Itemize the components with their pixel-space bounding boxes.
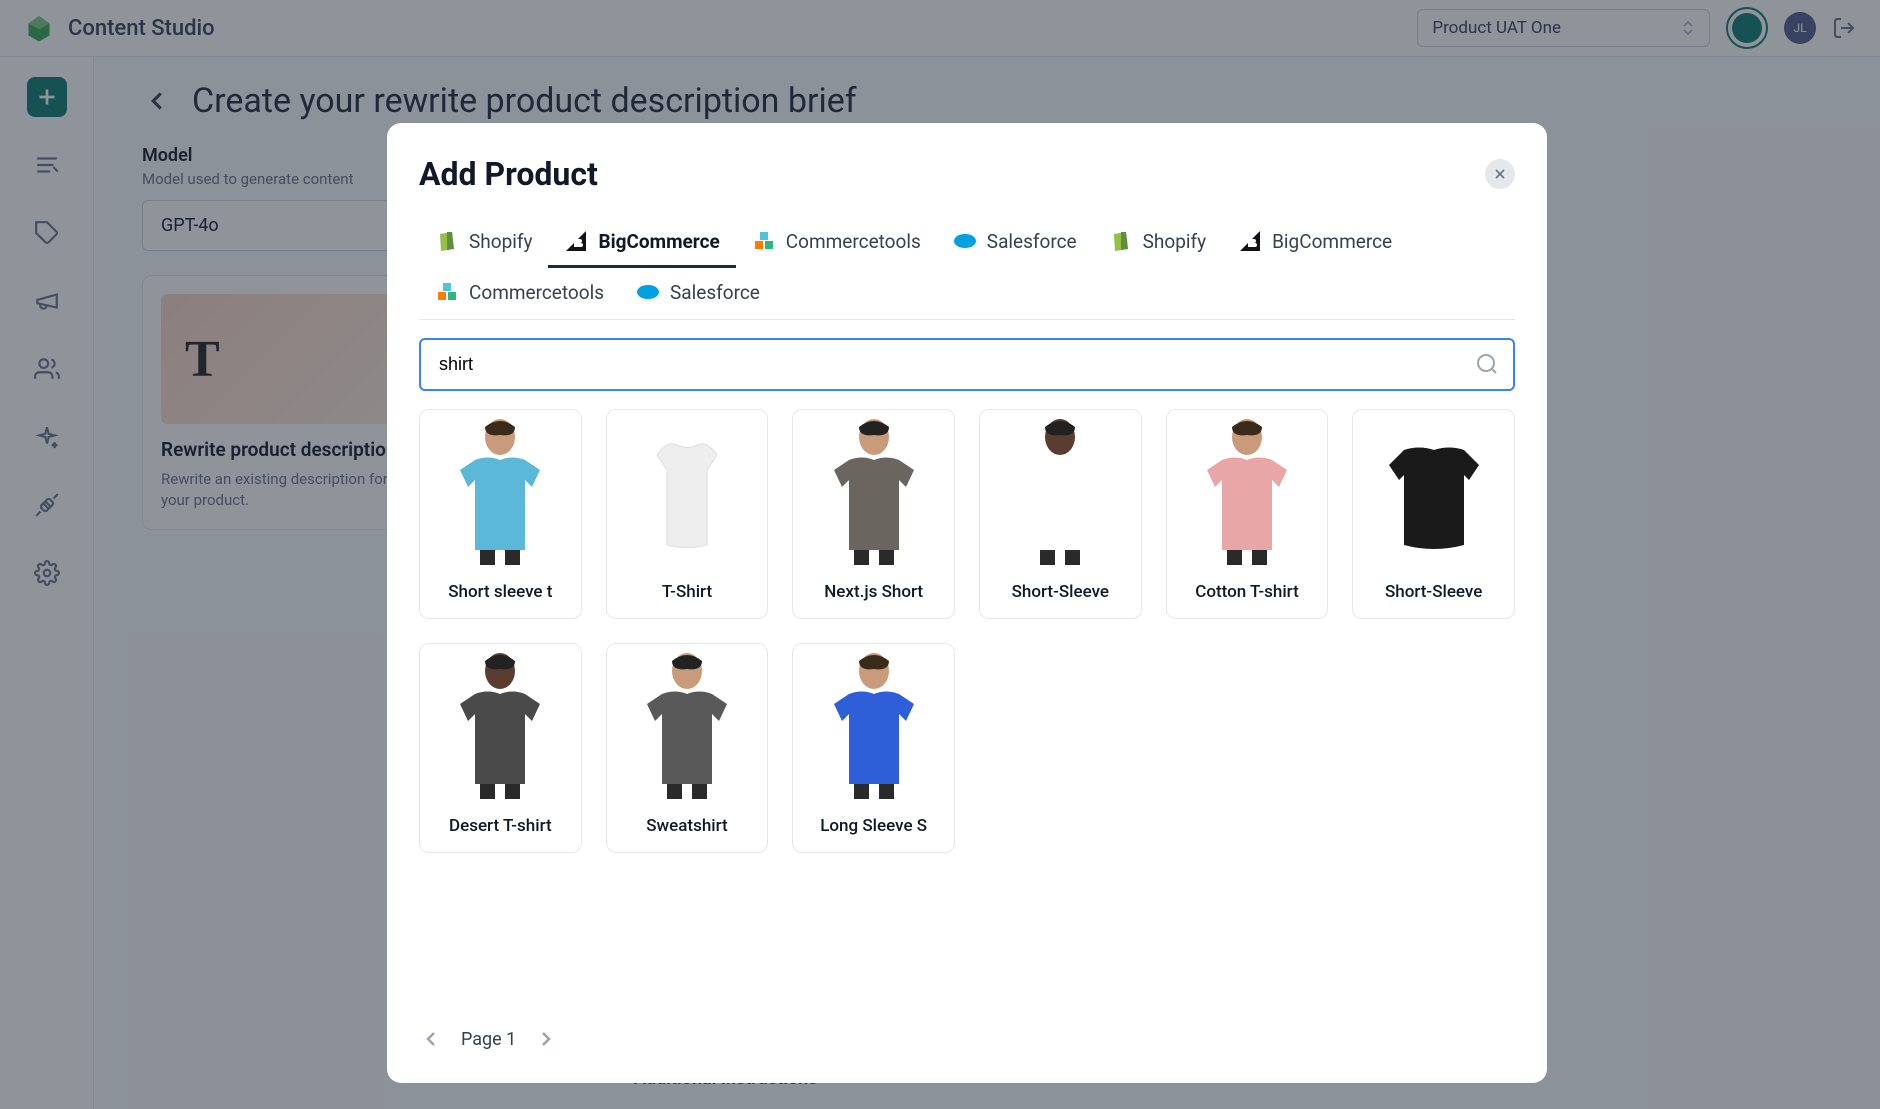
platform-tab[interactable]: Salesforce — [620, 268, 776, 319]
product-card[interactable]: T-Shirt — [606, 409, 769, 619]
product-image — [607, 410, 768, 570]
platform-tab-label: Commercetools — [786, 230, 921, 253]
product-image — [420, 410, 581, 570]
modal-header: Add Product — [419, 155, 1515, 193]
close-icon — [1492, 166, 1508, 182]
product-image — [1167, 410, 1328, 570]
product-name: Short-Sleeve — [1353, 570, 1514, 618]
modal-footer: Page 1 — [419, 1007, 1515, 1051]
page-next-button[interactable] — [534, 1027, 558, 1051]
product-image — [420, 644, 581, 804]
page-prev-button[interactable] — [419, 1027, 443, 1051]
platform-tab-label: BigCommerce — [1272, 230, 1392, 253]
product-card[interactable]: Cotton T-shirt — [1166, 409, 1329, 619]
product-image — [793, 644, 954, 804]
modal-title: Add Product — [419, 155, 598, 193]
platform-tab[interactable]: BigCommerce — [548, 217, 735, 268]
product-name: Next.js Short — [793, 570, 954, 618]
product-card[interactable]: Next.js Short — [792, 409, 955, 619]
product-image — [793, 410, 954, 570]
product-name: Sweatshirt — [607, 804, 768, 852]
platform-tabs: Shopify BigCommerce Commercetools Salesforc… — [419, 217, 1515, 320]
platform-tab[interactable]: Shopify — [419, 217, 548, 268]
platform-tab[interactable]: Salesforce — [937, 217, 1093, 268]
platform-tab-label: Shopify — [1143, 230, 1206, 253]
product-card[interactable]: Sweatshirt — [606, 643, 769, 853]
platform-tab[interactable]: BigCommerce — [1222, 217, 1408, 268]
add-product-modal: Add Product Shopify BigCommerce Commerceto… — [387, 123, 1547, 1083]
product-card[interactable]: Short-Sleeve — [1352, 409, 1515, 619]
platform-tab-label: Salesforce — [987, 230, 1077, 253]
product-image — [980, 410, 1141, 570]
product-card[interactable]: Long Sleeve S — [792, 643, 955, 853]
product-name: Cotton T-shirt — [1167, 570, 1328, 618]
product-name: Long Sleeve S — [793, 804, 954, 852]
platform-tab-label: Salesforce — [670, 281, 760, 304]
modal-close-button[interactable] — [1485, 159, 1515, 189]
product-image — [607, 644, 768, 804]
product-search-input[interactable] — [419, 338, 1515, 391]
product-image — [1353, 410, 1514, 570]
platform-tab-label: Shopify — [469, 230, 532, 253]
product-name: T-Shirt — [607, 570, 768, 618]
product-name: Desert T-shirt — [420, 804, 581, 852]
page-label: Page 1 — [461, 1029, 516, 1050]
search-wrap — [419, 338, 1515, 391]
platform-tab[interactable]: Commercetools — [419, 268, 620, 319]
product-name: Short sleeve t — [420, 570, 581, 618]
product-card[interactable]: Short sleeve t — [419, 409, 582, 619]
platform-tab-label: BigCommerce — [598, 230, 719, 253]
platform-tab[interactable]: Shopify — [1093, 217, 1222, 268]
product-name: Short-Sleeve — [980, 570, 1141, 618]
platform-tab-label: Commercetools — [469, 281, 604, 304]
product-card[interactable]: Short-Sleeve — [979, 409, 1142, 619]
platform-tab[interactable]: Commercetools — [736, 217, 937, 268]
search-icon — [1475, 352, 1499, 376]
product-card[interactable]: Desert T-shirt — [419, 643, 582, 853]
product-grid: Short sleeve t T-Shirt Next.js Short Short-… — [419, 409, 1515, 853]
